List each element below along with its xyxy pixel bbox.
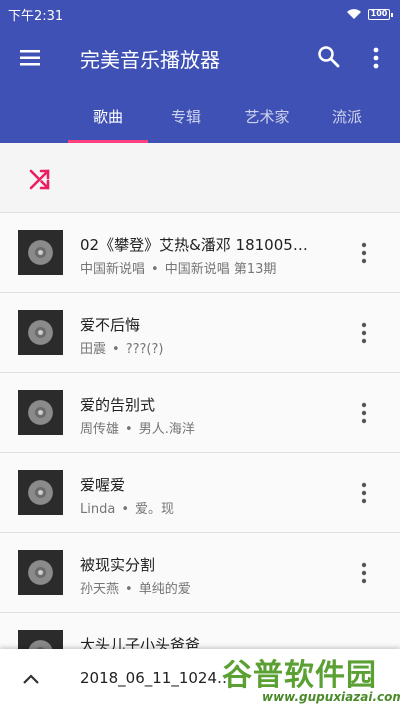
album-art xyxy=(18,310,63,355)
song-row[interactable]: 大头儿子小头爸爸 xyxy=(0,613,400,649)
song-album: 爱。现 xyxy=(134,502,174,517)
song-artist: 孙天燕 xyxy=(80,582,120,597)
separator-dot: • xyxy=(112,342,120,357)
more-vert-icon[interactable] xyxy=(354,481,374,505)
album-art xyxy=(18,390,63,435)
now-playing-bar[interactable]: 2018_06_11_1024… xyxy=(0,649,400,711)
more-vert-icon[interactable] xyxy=(354,401,374,425)
song-title: 被现实分割 xyxy=(80,556,156,574)
separator-dot: • xyxy=(121,502,129,517)
separator-dot: • xyxy=(151,262,159,277)
app-bar: 下午2:31 100 完美音乐播放器 歌曲 专辑 艺术家 流派 xyxy=(0,0,400,143)
song-artist: 中国新说唱 xyxy=(80,262,146,277)
app-title: 完美音乐播放器 xyxy=(80,48,220,72)
album-art xyxy=(18,470,63,515)
wifi-icon xyxy=(347,9,361,19)
more-vert-icon[interactable] xyxy=(354,321,374,345)
song-row[interactable]: 02《攀登》艾热&潘邓 181005… 中国新说唱 • 中国新说唱 第13期 xyxy=(0,213,400,293)
song-album: 中国新说唱 第13期 xyxy=(164,262,277,277)
tab-bar: 歌曲 专辑 艺术家 流派 xyxy=(0,100,400,143)
disc-icon xyxy=(28,640,53,649)
song-list: 02《攀登》艾热&潘邓 181005… 中国新说唱 • 中国新说唱 第13期 爱不后… xyxy=(0,213,400,649)
song-subtitle: 周传雄 • 男人.海洋 xyxy=(80,418,330,437)
song-album: 单纯的爱 xyxy=(138,582,191,597)
disc-icon xyxy=(28,480,53,505)
tab-genres[interactable]: 流派 xyxy=(297,100,397,143)
disc-icon xyxy=(28,400,53,425)
song-row[interactable]: 爱喔爱 Linda • 爱。现 xyxy=(0,453,400,533)
shuffle-row xyxy=(0,143,400,213)
song-album: 男人.海洋 xyxy=(138,422,195,437)
song-title: 爱的告别式 xyxy=(80,396,156,414)
status-time: 下午2:31 xyxy=(8,8,64,24)
chevron-up-icon[interactable] xyxy=(18,668,44,692)
battery-icon: 100 xyxy=(368,8,393,20)
song-subtitle: 中国新说唱 • 中国新说唱 第13期 xyxy=(80,258,330,277)
song-subtitle: 孙天燕 • 单纯的爱 xyxy=(80,578,330,597)
album-art xyxy=(18,630,63,649)
separator-dot: • xyxy=(125,582,133,597)
song-artist: 周传雄 xyxy=(80,422,120,437)
song-title: 爱不后悔 xyxy=(80,316,141,334)
song-row[interactable]: 爱的告别式 周传雄 • 男人.海洋 xyxy=(0,373,400,453)
song-row[interactable]: 爱不后悔 田震 • ???(?) xyxy=(0,293,400,373)
song-title: 大头儿子小头爸爸 xyxy=(80,636,201,649)
status-bar: 下午2:31 100 xyxy=(0,0,400,28)
song-row[interactable]: 被现实分割 孙天燕 • 单纯的爱 xyxy=(0,533,400,613)
disc-icon xyxy=(28,320,53,345)
search-icon[interactable] xyxy=(316,44,342,70)
separator-dot: • xyxy=(125,422,133,437)
status-icons: 100 xyxy=(346,8,393,20)
more-vert-icon[interactable] xyxy=(354,561,374,585)
more-vert-icon[interactable] xyxy=(366,44,386,72)
song-artist: 田震 xyxy=(80,342,107,357)
song-album: ???(?) xyxy=(125,342,164,357)
song-subtitle: 田震 • ???(?) xyxy=(80,338,330,357)
menu-icon[interactable] xyxy=(18,46,44,70)
song-subtitle: Linda • 爱。现 xyxy=(80,498,330,517)
shuffle-icon[interactable] xyxy=(26,165,54,193)
more-vert-icon[interactable] xyxy=(354,241,374,265)
disc-icon xyxy=(28,560,53,585)
album-art xyxy=(18,550,63,595)
album-art xyxy=(18,230,63,275)
disc-icon xyxy=(28,240,53,265)
now-playing-title: 2018_06_11_1024… xyxy=(80,669,233,687)
song-title: 爱喔爱 xyxy=(80,476,126,494)
song-title: 02《攀登》艾热&潘邓 181005… xyxy=(80,236,308,254)
battery-level: 100 xyxy=(370,9,388,18)
song-artist: Linda xyxy=(80,502,116,517)
toolbar: 完美音乐播放器 xyxy=(0,28,400,88)
